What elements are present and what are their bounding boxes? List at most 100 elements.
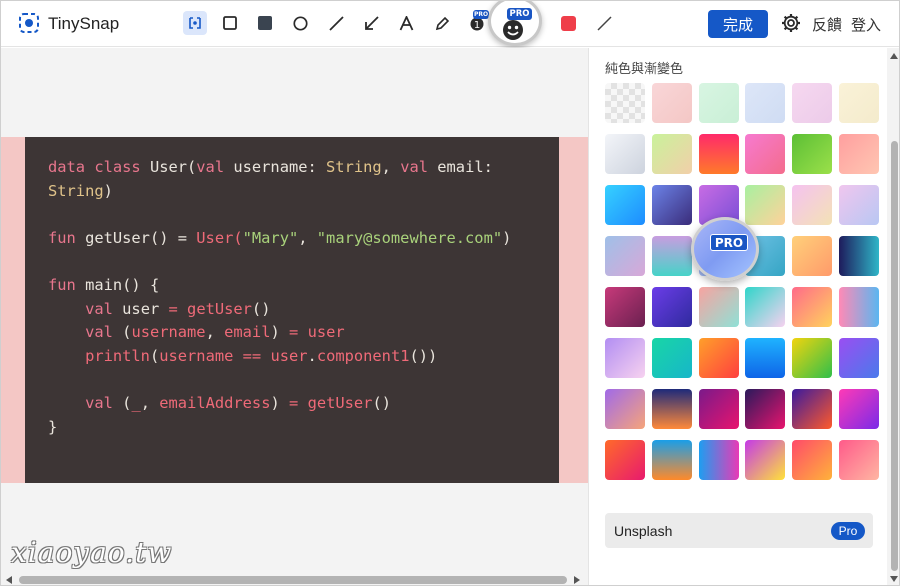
gradient-swatch[interactable] [651,134,692,174]
gradient-swatch[interactable] [605,287,645,327]
code-line: } [48,416,559,440]
step-pro-badge: PRO [473,10,489,19]
gradient-swatch[interactable] [605,338,645,378]
background-tool-button[interactable] [183,11,207,35]
top-toolbar: TinySnap 1 PRO PRO 完成 反饋 登入 [1,1,899,47]
gradient-swatch[interactable] [698,338,739,378]
gradient-swatch[interactable] [792,83,833,123]
code-token: , [381,158,401,176]
code-token: val [85,393,123,412]
gradient-swatch[interactable] [698,440,739,480]
emoji-icon [503,20,523,40]
gradient-swatch[interactable] [839,134,879,174]
login-link[interactable]: 登入 [851,14,881,35]
gradient-swatch[interactable] [745,185,786,225]
step-number-tool-button[interactable]: 1 PRO [465,10,489,35]
gradient-swatch[interactable] [605,134,645,174]
code-token: getUser() = [85,228,197,247]
code-line: val (username, email) = user [48,321,559,345]
gradient-swatch[interactable] [605,236,645,276]
gradient-swatch[interactable] [698,134,739,174]
gradient-swatch[interactable] [792,236,833,276]
gradient-swatch[interactable] [792,134,833,174]
code-token: User( [196,228,243,247]
unsplash-option[interactable]: Unsplash Pro [605,513,873,548]
scroll-left-icon[interactable] [5,576,13,584]
gradient-swatch[interactable] [839,389,879,429]
color-picker-swatch[interactable] [561,16,576,31]
gradient-swatch[interactable] [651,185,692,225]
unsplash-pro-badge: Pro [831,522,865,540]
gradient-swatch[interactable] [792,389,833,429]
code-token: val [196,158,234,176]
arrow-tool-button[interactable] [359,11,383,35]
code-token: username [131,323,206,342]
transparent-swatch[interactable] [605,83,645,123]
pen-tool-button[interactable] [430,11,454,35]
gradient-swatch[interactable] [792,338,833,378]
scroll-down-icon[interactable] [890,575,898,583]
code-snippet: data class User(val username: String, va… [25,137,559,483]
code-line: fun main() { [48,274,559,298]
gradient-swatch[interactable] [792,440,833,480]
gradient-swatch[interactable] [792,185,833,225]
gradient-swatch[interactable] [745,338,786,378]
gradient-swatch[interactable] [605,185,645,225]
circle-tool-button[interactable] [288,11,312,35]
gradient-swatch[interactable] [839,440,879,480]
code-token: () [251,299,271,318]
watermark-logo: xiaoyao.tw [11,536,173,569]
gradient-swatch[interactable] [839,236,879,276]
text-tool-button[interactable] [394,11,418,35]
line-tool-button[interactable] [324,11,348,35]
gradient-swatch[interactable] [651,83,692,123]
scroll-right-icon[interactable] [573,576,581,584]
gradient-swatch[interactable] [651,236,692,276]
gradient-swatch[interactable] [839,185,879,225]
filled-rectangle-icon [258,16,272,30]
gradient-swatch[interactable] [651,287,692,327]
code-token: String [48,181,104,200]
code-token: println [85,346,150,365]
gradient-swatch[interactable] [651,389,692,429]
gradient-swatch[interactable] [745,389,786,429]
unsplash-label: Unsplash [614,523,673,539]
code-token: = [168,299,188,318]
feedback-link[interactable]: 反饋 [812,14,842,35]
rectangle-tool-button[interactable] [218,11,242,35]
stroke-width-tool-button[interactable] [592,11,616,35]
gradient-swatch[interactable] [698,389,739,429]
gradient-swatch[interactable] [745,83,786,123]
gradient-swatch[interactable] [605,440,645,480]
circle-icon [292,15,308,31]
code-token: val [85,323,123,342]
code-token: "Mary" [242,228,299,247]
gradient-swatch[interactable] [839,338,879,378]
pro-swatch-magnifier[interactable]: PRO [691,217,759,281]
emoji-tool-magnifier[interactable]: PRO [488,1,542,46]
gradient-swatch[interactable] [651,338,692,378]
gradient-swatch[interactable] [745,134,786,174]
gradient-swatch[interactable] [698,83,739,123]
gradient-swatch[interactable] [839,287,879,327]
done-button[interactable]: 完成 [708,10,768,38]
code-token: = [289,393,308,412]
gradient-swatch[interactable] [792,287,833,327]
gradient-swatch[interactable] [605,389,645,429]
gradient-swatch[interactable] [745,287,786,327]
vertical-scrollbar-thumb[interactable] [891,141,898,571]
pen-icon [435,16,449,30]
code-token: getUser [187,299,252,318]
settings-gear-icon[interactable] [780,12,802,34]
gradient-swatch[interactable] [651,440,692,480]
gradient-swatch[interactable] [839,83,879,123]
horizontal-scrollbar-thumb[interactable] [19,576,567,584]
scroll-up-icon[interactable] [890,52,898,60]
code-line: fun getUser() = User("Mary", "mary@somew… [48,227,559,251]
filled-rectangle-tool-button[interactable] [253,11,277,35]
gradient-swatch[interactable] [745,440,786,480]
code-token: _ [131,393,141,412]
code-token: val [85,299,123,318]
gradient-swatch[interactable] [698,287,739,327]
